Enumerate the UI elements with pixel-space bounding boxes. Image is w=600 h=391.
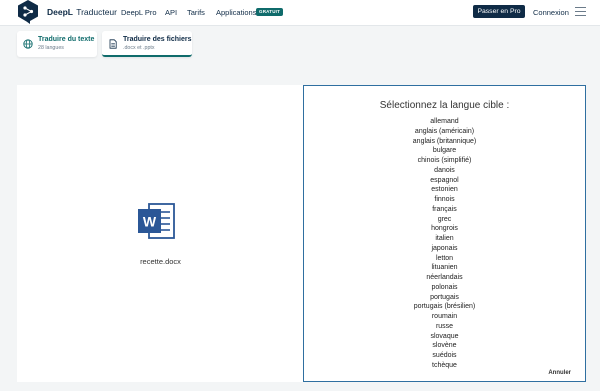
language-option[interactable]: estonien — [304, 185, 585, 195]
brand[interactable]: DeepL Traducteur — [47, 7, 117, 17]
brand-name: DeepL — [47, 7, 73, 17]
globe-icon — [23, 39, 33, 49]
top-header: DeepL Traducteur DeepL Pro API Tarifs Ap… — [0, 0, 600, 26]
language-option[interactable]: lituanien — [304, 263, 585, 273]
cancel-button[interactable]: Annuler — [548, 370, 571, 376]
language-option[interactable]: danois — [304, 166, 585, 176]
free-badge: GRATUIT — [256, 8, 284, 16]
language-option[interactable]: français — [304, 205, 585, 215]
language-option[interactable]: néerlandais — [304, 273, 585, 283]
deepl-logo-icon[interactable] — [17, 0, 39, 24]
tab-sublabel: 28 langues — [38, 45, 64, 51]
language-option[interactable]: letton — [304, 254, 585, 264]
tab-translate-text[interactable]: Traduire du texte 28 langues — [17, 31, 97, 57]
language-option[interactable]: allemand — [304, 117, 585, 127]
language-option[interactable]: polonais — [304, 283, 585, 293]
tab-label: Traduire des fichiers — [123, 36, 192, 43]
language-option[interactable]: russe — [304, 322, 585, 332]
nav-api[interactable]: API — [165, 8, 177, 17]
language-option[interactable]: anglais (britannique) — [304, 137, 585, 147]
document-icon — [109, 39, 117, 49]
file-name: recette.docx — [140, 257, 181, 266]
source-file-panel: W recette.docx — [17, 85, 304, 382]
brand-product: Traducteur — [76, 7, 117, 17]
tab-sublabel: .docx et .pptx — [123, 45, 155, 51]
nav-applications[interactable]: Applications — [216, 8, 256, 17]
tab-translate-files[interactable]: Traduire des fichiers .docx et .pptx — [102, 31, 192, 57]
svg-text:W: W — [143, 214, 157, 230]
language-option[interactable]: grec — [304, 215, 585, 225]
language-option[interactable]: italien — [304, 234, 585, 244]
nav-deepl-pro[interactable]: DeepL Pro — [121, 8, 157, 17]
tab-label: Traduire du texte — [38, 36, 95, 43]
language-option[interactable]: chinois (simplifié) — [304, 156, 585, 166]
nav-tarifs[interactable]: Tarifs — [187, 8, 205, 17]
hamburger-menu-icon[interactable] — [575, 7, 586, 16]
language-option[interactable]: finnois — [304, 195, 585, 205]
login-link[interactable]: Connexion — [533, 8, 569, 17]
language-option[interactable]: anglais (américain) — [304, 127, 585, 137]
language-option[interactable]: japonais — [304, 244, 585, 254]
language-option[interactable]: tchèque — [304, 361, 585, 371]
language-option[interactable]: portugais (brésilien) — [304, 302, 585, 312]
language-option[interactable]: bulgare — [304, 146, 585, 156]
language-option[interactable]: roumain — [304, 312, 585, 322]
upgrade-pro-button[interactable]: Passer en Pro — [473, 5, 525, 18]
language-option[interactable]: suédois — [304, 351, 585, 361]
language-option[interactable]: portugais — [304, 293, 585, 303]
target-language-panel: Sélectionnez la langue cible : allemand … — [303, 85, 586, 382]
language-option[interactable]: slovaque — [304, 332, 585, 342]
language-option[interactable]: espagnol — [304, 176, 585, 186]
word-file-icon: W — [138, 203, 175, 239]
language-option[interactable]: hongrois — [304, 224, 585, 234]
language-list: allemand anglais (américain) anglais (br… — [304, 117, 585, 371]
target-language-title: Sélectionnez la langue cible : — [379, 100, 510, 111]
language-option[interactable]: slovène — [304, 341, 585, 351]
